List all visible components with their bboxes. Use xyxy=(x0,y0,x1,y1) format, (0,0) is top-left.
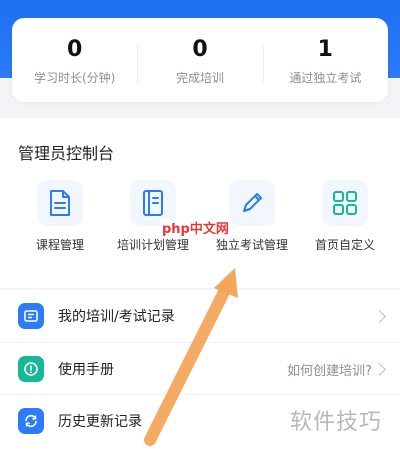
chevron-right-icon xyxy=(373,362,386,376)
manual-icon xyxy=(18,356,44,382)
tool-label: 培训计划管理 xyxy=(116,238,189,252)
list-item-label: 历史更新记录 xyxy=(58,414,142,430)
stat-label: 通过独立考试 xyxy=(289,70,362,85)
stat-label: 完成培训 xyxy=(175,70,224,85)
tool-label: 独立考试管理 xyxy=(215,238,288,252)
tool-training-plan-management[interactable]: 培训计划管理 xyxy=(103,180,203,253)
grid-icon xyxy=(322,180,368,226)
admin-console-card: 管理员控制台 课程管理 培训计划管理 独立考试管理 首页自定义 xyxy=(0,118,400,288)
stat-completed-training[interactable]: 0 完成培训 xyxy=(137,35,262,86)
how-to-create-training-link[interactable]: 如何创建培训? xyxy=(287,360,372,379)
admin-console-title: 管理员控制台 xyxy=(18,144,115,163)
tool-label: 课程管理 xyxy=(35,238,84,252)
stat-label: 学习时长(分钟) xyxy=(33,70,116,85)
tool-course-management[interactable]: 课程管理 xyxy=(10,180,110,253)
document-icon xyxy=(37,180,83,226)
stat-study-time[interactable]: 0 学习时长(分钟) xyxy=(12,35,137,86)
stat-value: 0 xyxy=(67,36,83,62)
tool-label: 首页自定义 xyxy=(314,238,375,252)
list-item-label: 我的培训/考试记录 xyxy=(58,309,175,325)
list-item-training-exam-records[interactable]: 我的培训/考试记录 xyxy=(0,290,400,342)
stat-value: 0 xyxy=(192,36,208,62)
tool-exam-management[interactable]: 独立考试管理 xyxy=(202,180,302,253)
tool-home-customize[interactable]: 首页自定义 xyxy=(295,180,395,253)
stat-value: 1 xyxy=(317,36,333,62)
stats-card: 0 学习时长(分钟) 0 完成培训 1 通过独立考试 xyxy=(12,18,388,102)
list-item-label: 使用手册 xyxy=(58,362,114,378)
chevron-right-icon xyxy=(373,309,386,323)
stat-passed-exam[interactable]: 1 通过独立考试 xyxy=(262,35,388,86)
records-icon xyxy=(18,303,44,329)
refresh-icon xyxy=(18,408,44,434)
pencil-icon xyxy=(229,180,275,226)
list-item-user-manual[interactable]: 使用手册 如何创建培训? xyxy=(0,342,400,395)
brand-watermark: 软件技巧 xyxy=(289,410,382,435)
php-watermark: php中文网 xyxy=(160,218,231,237)
